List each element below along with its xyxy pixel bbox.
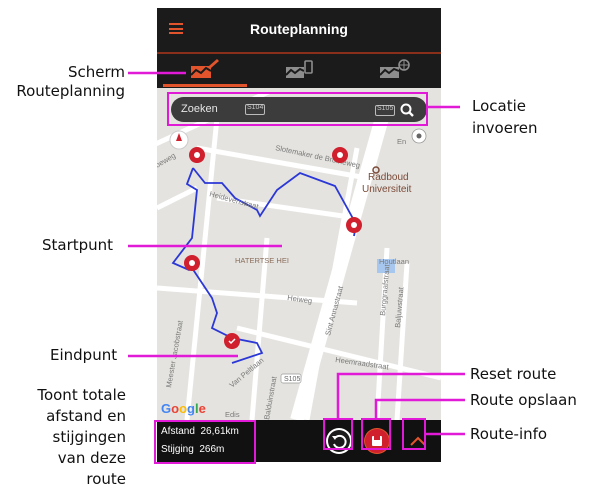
save-highlight-box	[361, 418, 391, 450]
map-view[interactable]: Slotemaker de Bruïneweg Heidevenstraat H…	[157, 88, 441, 420]
svg-text:HATERTSE HEI: HATERTSE HEI	[235, 256, 289, 265]
start-marker	[184, 255, 200, 271]
map-canvas: Slotemaker de Bruïneweg Heidevenstraat H…	[157, 88, 441, 420]
map-marker	[332, 147, 348, 163]
callout-end: Eindpunt	[50, 346, 118, 364]
reset-highlight-box	[323, 418, 353, 450]
search-highlight-box	[167, 92, 428, 126]
svg-text:Heidevenstraat: Heidevenstraat	[208, 189, 260, 211]
tab-route-globe[interactable]	[347, 54, 441, 88]
svg-text:En: En	[397, 137, 406, 146]
tab-bar	[157, 54, 441, 88]
svg-text:Edis: Edis	[225, 410, 240, 419]
svg-text:Van Peltlaan: Van Peltlaan	[228, 356, 266, 390]
route-path	[192, 167, 357, 237]
svg-text:oeweg: oeweg	[157, 151, 177, 170]
callout-info: Route-info	[470, 425, 548, 443]
map-marker	[346, 217, 362, 233]
callout-screen: Scherm	[67, 63, 125, 81]
svg-text:Meester Jacobstraat: Meester Jacobstraat	[164, 319, 185, 388]
route-phone-icon	[285, 60, 313, 78]
phone-screen: Routeplanning Slotemaker de Bruïneweg He…	[157, 8, 441, 462]
info-highlight-box	[402, 418, 426, 450]
callout-reset: Reset route	[470, 365, 557, 383]
route-edit-icon	[190, 59, 219, 78]
tab-route-phone[interactable]	[252, 54, 346, 88]
callout-location: Locatie	[472, 97, 526, 115]
callout-total: Toont totale afstand en stijgingen van d…	[37, 386, 126, 488]
route-globe-icon	[379, 59, 410, 78]
callout-screen-2: Routeplanning	[16, 82, 125, 100]
stats-highlight-box	[154, 420, 256, 464]
callout-save: Route opslaan	[470, 391, 577, 409]
end-marker	[224, 333, 240, 349]
svg-text:Universiteit: Universiteit	[362, 184, 412, 195]
svg-text:S105: S105	[284, 376, 300, 383]
tab-route-edit[interactable]	[157, 54, 251, 88]
callout-start: Startpunt	[42, 236, 114, 254]
svg-text:Balduinstraat: Balduinstraat	[262, 375, 279, 420]
svg-text:Heiweg: Heiweg	[287, 293, 313, 305]
callout-location-2: invoeren	[472, 119, 538, 137]
map-marker	[189, 147, 205, 163]
app-header: Routeplanning	[157, 8, 441, 54]
tab-active-indicator	[163, 84, 247, 87]
google-logo: Google	[161, 401, 206, 416]
svg-text:Radboud: Radboud	[368, 172, 409, 183]
page-title: Routeplanning	[250, 21, 348, 37]
